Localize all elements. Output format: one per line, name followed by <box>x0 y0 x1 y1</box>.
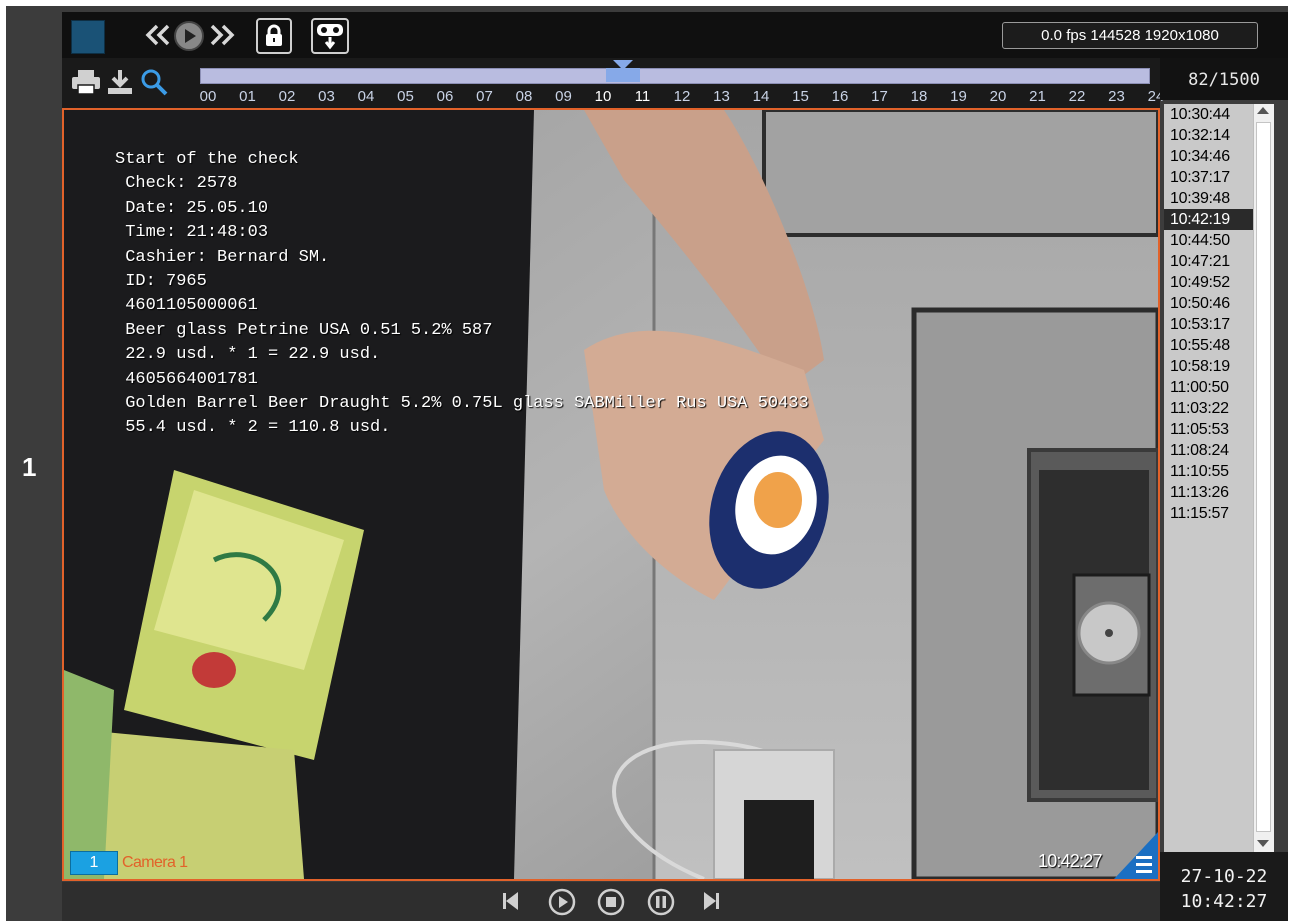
timeline-hour-label: 15 <box>792 88 809 105</box>
time-list-item[interactable]: 11:10:55 <box>1164 461 1253 482</box>
time-list-item[interactable]: 10:39:48 <box>1164 188 1253 209</box>
rewind-icon[interactable] <box>144 20 172 50</box>
timeline-hour-label: 21 <box>1029 88 1046 105</box>
time-list-item[interactable]: 10:34:46 <box>1164 146 1253 167</box>
timeline-hour-label: 02 <box>278 88 296 105</box>
camera-name: Camera 1 <box>122 854 188 871</box>
timeline-hour-label: 23 <box>1108 88 1125 105</box>
timeline-position-marker[interactable] <box>605 68 640 82</box>
lock-icon[interactable] <box>256 18 292 54</box>
time-list-item[interactable]: 10:49:52 <box>1164 272 1253 293</box>
slot-number: 1 <box>22 452 37 482</box>
time-list-item[interactable]: 10:58:19 <box>1164 356 1253 377</box>
current-time: 10:42:27 <box>1180 891 1268 912</box>
timeline-hour-label: 20 <box>989 88 1007 105</box>
step-back-icon[interactable] <box>498 888 524 914</box>
time-list-scrollbar[interactable] <box>1253 104 1274 852</box>
time-list-item[interactable]: 10:44:50 <box>1164 230 1253 251</box>
time-list-item[interactable]: 10:37:17 <box>1164 167 1253 188</box>
stream-info-text: 0.0 fps 144528 1920x1080 <box>1041 27 1219 44</box>
timeline-hour-label: 06 <box>436 88 454 105</box>
timeline-hour-label: 10 <box>594 88 612 105</box>
time-list-item[interactable]: 10:32:14 <box>1164 125 1253 146</box>
time-list-item[interactable]: 11:05:53 <box>1164 419 1253 440</box>
camera-id: 1 <box>89 854 99 871</box>
time-list-item[interactable]: 10:47:21 <box>1164 251 1253 272</box>
timeline-hour-label: 13 <box>713 88 730 105</box>
timeline-hour-label: 18 <box>910 88 928 105</box>
time-list-item[interactable]: 10:50:46 <box>1164 293 1253 314</box>
video-timestamp: 10:42:27 <box>1038 851 1102 871</box>
time-list-item[interactable]: 10:55:48 <box>1164 335 1253 356</box>
timeline-pointer[interactable] <box>612 60 633 70</box>
timeline-hour-label: 09 <box>555 88 572 105</box>
time-list-item[interactable]: 10:53:17 <box>1164 314 1253 335</box>
timeline-hour-label: 12 <box>673 88 691 105</box>
time-list-item[interactable]: 11:08:24 <box>1164 440 1253 461</box>
scroll-down-arrow-icon[interactable] <box>1257 840 1269 847</box>
timeline-hour-label: 22 <box>1068 88 1086 105</box>
timeline-hour-label: 01 <box>239 88 256 105</box>
receipt-line: Time: 21:48:03 <box>115 223 269 243</box>
receipt-line: Check: 2578 <box>115 174 238 194</box>
timeline-hour-label: 19 <box>950 88 967 105</box>
video-view[interactable]: Start of the check Check: 2578 Date: 25.… <box>62 108 1160 881</box>
search-icon[interactable] <box>138 66 170 98</box>
play-button-icon[interactable] <box>547 887 577 917</box>
playback-controls <box>62 882 1160 921</box>
timeline-hour-label: 17 <box>871 88 888 105</box>
top-toolbar: 0.0 fps 144528 1920x1080 <box>62 12 1288 58</box>
event-time-list[interactable]: 10:30:44 10:32:14 10:34:46 10:37:17 10:39:48… <box>1164 104 1253 852</box>
timeline-hour-label: 00 <box>199 88 217 105</box>
scroll-thumb[interactable] <box>1256 122 1271 832</box>
receipt-line: 4601105000061 <box>115 296 258 316</box>
timeline-hour-label: 07 <box>476 88 493 105</box>
print-icon[interactable] <box>70 66 102 98</box>
frame-counter: 82/1500 <box>1188 70 1260 90</box>
timeline-hour-label: 03 <box>318 88 335 105</box>
receipt-line: Cashier: Bernard SM. <box>115 247 330 267</box>
timeline-hour-label: 04 <box>357 88 375 105</box>
stream-info-badge: 0.0 fps 144528 1920x1080 <box>1002 22 1258 49</box>
timeline-hour-label: 14 <box>752 88 770 105</box>
stop-button-icon[interactable] <box>596 887 626 917</box>
scroll-up-arrow-icon[interactable] <box>1257 107 1269 114</box>
current-date: 27-10-22 <box>1180 866 1268 887</box>
time-list-item[interactable]: 11:13:26 <box>1164 482 1253 503</box>
time-list-item[interactable]: 11:15:57 <box>1164 503 1253 524</box>
timeline-hour-label: 11 <box>634 88 651 105</box>
receipt-line: Beer glass Petrine USA 0.51 5.2% 587 <box>115 320 493 340</box>
receipt-line: ID: 7965 <box>115 272 207 292</box>
receipt-line: 22.9 usd. * 1 = 22.9 usd. <box>115 345 381 365</box>
timeline-hour-label: 08 <box>515 88 533 105</box>
fast-forward-icon[interactable] <box>208 20 236 50</box>
pause-button-icon[interactable] <box>646 887 676 917</box>
receipt-line: 4605664001781 <box>115 369 258 389</box>
timeline-track[interactable] <box>200 68 1150 84</box>
download-icon[interactable] <box>104 66 136 98</box>
time-list-item[interactable]: 11:03:22 <box>1164 398 1253 419</box>
receipt-line: 55.4 usd. * 2 = 110.8 usd. <box>115 418 391 438</box>
time-list-item[interactable]: 10:42:19 <box>1164 209 1253 230</box>
time-list-item[interactable]: 11:00:50 <box>1164 377 1253 398</box>
camera-badge[interactable]: 1 <box>70 851 118 875</box>
current-datetime: 27-10-22 10:42:27 <box>1160 852 1288 921</box>
receipt-line: Start of the check <box>115 150 299 169</box>
play-icon[interactable] <box>172 19 206 53</box>
step-forward-icon[interactable] <box>698 888 724 914</box>
stop-square-icon[interactable] <box>71 20 105 54</box>
record-tape-icon[interactable] <box>311 18 349 54</box>
frame-counter-panel: 82/1500 <box>1160 58 1288 100</box>
time-list-item[interactable]: 10:30:44 <box>1164 104 1253 125</box>
receipt-line: Date: 25.05.10 <box>115 198 269 218</box>
receipt-line: Golden Barrel Beer Draught 5.2% 0.75L gl… <box>115 394 809 414</box>
menu-icon[interactable] <box>1114 832 1158 879</box>
timeline-hour-label: 16 <box>831 88 849 105</box>
receipt-overlay: Start of the check Check: 2578 Date: 25.… <box>115 148 809 441</box>
timeline-hour-label: 05 <box>397 88 414 105</box>
